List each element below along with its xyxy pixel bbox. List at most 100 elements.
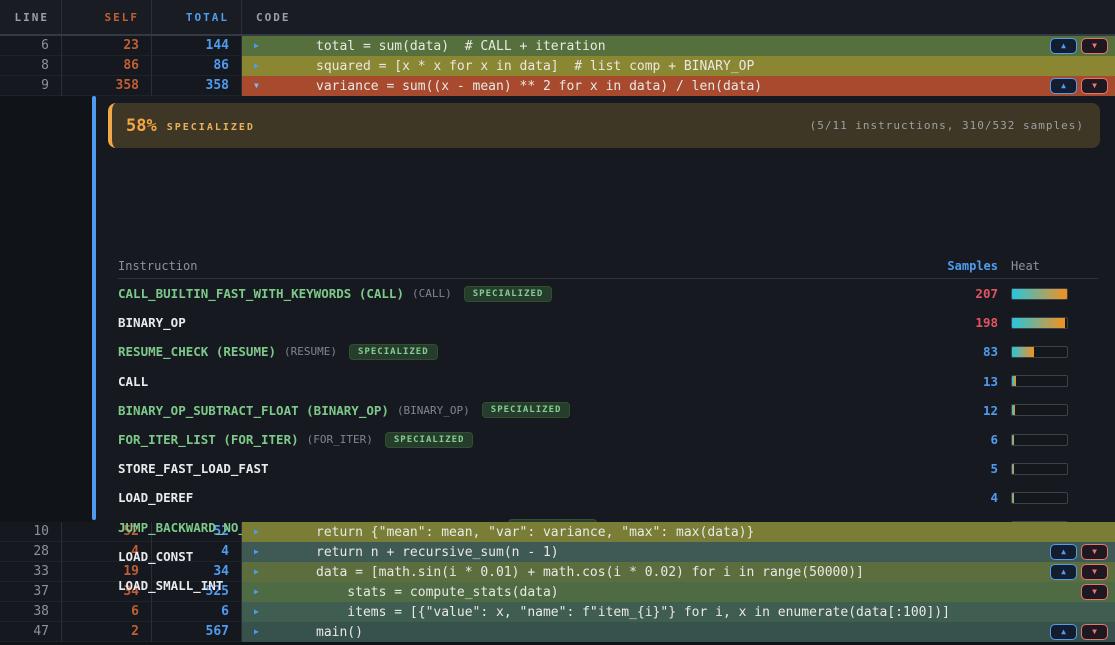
line-nav-buttons: ▼ bbox=[1081, 584, 1108, 600]
code-line-row: 3866▶ items = [{"value": x, "name": f"it… bbox=[0, 602, 1115, 622]
collapse-arrow-icon[interactable]: ▼ bbox=[254, 82, 268, 90]
code-cell[interactable]: ▶ items = [{"value": x, "name": f"item_{… bbox=[242, 602, 1115, 622]
heat-bar-fill bbox=[1012, 318, 1065, 328]
code-text: stats = compute_stats(data) bbox=[316, 585, 559, 600]
line-nav-buttons: ▲▼ bbox=[1050, 544, 1108, 560]
self-samples-cell: 6 bbox=[62, 602, 152, 622]
line-number-cell: 6 bbox=[0, 36, 62, 56]
code-line-row: 472567▶main()▲▼ bbox=[0, 622, 1115, 642]
instruction-base-opname: (FOR_ITER) bbox=[307, 433, 373, 446]
instruction-opname: FOR_ITER_LIST (FOR_ITER) bbox=[118, 432, 299, 447]
line-number-cell: 38 bbox=[0, 602, 62, 622]
jump-down-button[interactable]: ▼ bbox=[1081, 564, 1108, 580]
code-cell[interactable]: ▶ main() ▲▼ bbox=[242, 622, 1115, 642]
code-line-row: 88686▶squared = [x * x for x in data] # … bbox=[0, 56, 1115, 76]
col-header-line: LINE bbox=[0, 0, 62, 34]
jump-down-button[interactable]: ▼ bbox=[1081, 544, 1108, 560]
expand-arrow-icon[interactable]: ▶ bbox=[254, 628, 268, 636]
instruction-base-opname: (BINARY_OP) bbox=[397, 404, 470, 417]
code-cell[interactable]: ▶squared = [x * x for x in data] # list … bbox=[242, 56, 1115, 76]
code-text: return {"mean": mean, "var": variance, "… bbox=[316, 525, 754, 540]
instruction-row: FOR_ITER_LIST (FOR_ITER)(FOR_ITER)SPECIA… bbox=[118, 425, 1098, 454]
line-nav-buttons: ▲▼ bbox=[1050, 38, 1108, 54]
expand-arrow-icon[interactable]: ▶ bbox=[254, 62, 268, 70]
specialized-label: SPECIALIZED bbox=[167, 122, 255, 133]
heat-bar bbox=[1011, 346, 1068, 358]
code-cell[interactable]: ▶ return {"mean": mean, "var": variance, … bbox=[242, 522, 1115, 542]
code-text: main() bbox=[316, 625, 363, 640]
specialized-badge: SPECIALIZED bbox=[349, 344, 438, 360]
instruction-samples: 13 bbox=[878, 374, 998, 389]
instruction-name: LOAD_DEREF bbox=[118, 490, 878, 505]
code-line-row: 9358358▼variance = sum((x - mean) ** 2 f… bbox=[0, 76, 1115, 96]
instruction-name: BINARY_OP_SUBTRACT_FLOAT (BINARY_OP)(BIN… bbox=[118, 402, 878, 418]
jump-down-button[interactable]: ▼ bbox=[1081, 624, 1108, 640]
code-text: items = [{"value": x, "name": f"item_{i}… bbox=[316, 605, 950, 620]
instruction-row: STORE_FAST_LOAD_FAST5 bbox=[118, 454, 1098, 483]
expand-arrow-icon[interactable]: ▶ bbox=[254, 42, 268, 50]
specialized-badge: SPECIALIZED bbox=[482, 402, 571, 418]
code-cell[interactable]: ▶ total = sum(data) # CALL + iteration ▲▼ bbox=[242, 36, 1115, 56]
total-samples-cell: 358 bbox=[152, 76, 242, 96]
expand-arrow-icon[interactable]: ▶ bbox=[254, 548, 268, 556]
expand-arrow-icon[interactable]: ▶ bbox=[254, 608, 268, 616]
instruction-samples: 4 bbox=[878, 490, 998, 505]
instruction-samples: 207 bbox=[878, 286, 998, 301]
jump-up-button[interactable]: ▲ bbox=[1050, 78, 1077, 94]
jump-up-button[interactable]: ▲ bbox=[1050, 564, 1077, 580]
instruction-name: RESUME_CHECK (RESUME) (RESUME) SPECIALIZED bbox=[118, 344, 878, 360]
code-cell[interactable]: ▶ data = [math.sin(i * 0.01) + math.cos(i… bbox=[242, 562, 1115, 582]
col-header-samples: Samples bbox=[878, 259, 998, 273]
expand-arrow-icon[interactable]: ▶ bbox=[254, 568, 268, 576]
jump-up-button[interactable]: ▲ bbox=[1050, 544, 1077, 560]
code-line-row: 623144▶total = sum(data) # CALL + iterat… bbox=[0, 36, 1115, 56]
code-cell[interactable]: ▼ variance = sum((x - mean) ** 2 for x in… bbox=[242, 76, 1115, 96]
jump-up-button[interactable]: ▲ bbox=[1050, 38, 1077, 54]
specialized-badge: SPECIALIZED bbox=[464, 286, 553, 302]
instruction-name: BINARY_OP bbox=[118, 315, 878, 330]
heat-bar-fill bbox=[1012, 435, 1014, 445]
instruction-opname: LOAD_DEREF bbox=[118, 490, 193, 505]
heat-bar-fill bbox=[1012, 464, 1014, 474]
instruction-name: STORE_FAST_LOAD_FAST bbox=[118, 461, 878, 476]
code-text: variance = sum((x - mean) ** 2 for x in … bbox=[316, 79, 762, 94]
total-samples-cell: 6 bbox=[152, 602, 242, 622]
expand-arrow-icon[interactable]: ▶ bbox=[254, 588, 268, 596]
instruction-row: CALL13 bbox=[118, 367, 1098, 396]
specialized-percent: 58% bbox=[126, 116, 157, 136]
expanded-guide-line bbox=[92, 96, 96, 520]
line-nav-buttons: ▲▼ bbox=[1050, 564, 1108, 580]
instruction-base-opname: (RESUME) bbox=[284, 345, 337, 358]
table-header-row: LINE SELF TOTAL CODE bbox=[0, 0, 1115, 36]
heat-bar-fill bbox=[1012, 493, 1014, 503]
instruction-name: FOR_ITER_LIST (FOR_ITER)(FOR_ITER)SPECIA… bbox=[118, 432, 878, 448]
heat-bar-fill bbox=[1012, 289, 1067, 299]
total-samples-cell: 86 bbox=[152, 56, 242, 76]
instruction-opname: RESUME_CHECK (RESUME) bbox=[118, 344, 276, 359]
jump-down-button[interactable]: ▼ bbox=[1081, 78, 1108, 94]
code-cell[interactable]: ▶ return n + recursive_sum(n - 1) ▲▼ bbox=[242, 542, 1115, 562]
instruction-samples: 198 bbox=[878, 315, 998, 330]
col-header-total: TOTAL bbox=[152, 0, 242, 34]
code-text: data = [math.sin(i * 0.01) + math.cos(i … bbox=[316, 565, 864, 580]
heat-bar bbox=[1011, 463, 1068, 475]
expand-arrow-icon[interactable]: ▶ bbox=[254, 528, 268, 536]
instruction-table-header: Instruction Samples Heat bbox=[118, 254, 1098, 279]
specialized-detail: (5/11 instructions, 310/532 samples) bbox=[810, 119, 1084, 132]
jump-down-button[interactable]: ▼ bbox=[1081, 38, 1108, 54]
instruction-name: CALL bbox=[118, 374, 878, 389]
instruction-row: BINARY_OP198 bbox=[118, 308, 1098, 337]
code-text: return n + recursive_sum(n - 1) bbox=[316, 545, 559, 560]
specialization-summary: 58% SPECIALIZED (5/11 instructions, 310/… bbox=[108, 103, 1100, 148]
jump-up-button[interactable]: ▲ bbox=[1050, 624, 1077, 640]
jump-down-button[interactable]: ▼ bbox=[1081, 584, 1108, 600]
self-samples-cell: 358 bbox=[62, 76, 152, 96]
col-header-instruction: Instruction bbox=[118, 259, 878, 273]
heat-bar bbox=[1011, 375, 1068, 387]
code-text: total = sum(data) # CALL + iteration bbox=[316, 39, 606, 54]
code-cell[interactable]: ▶ stats = compute_stats(data) ▼ bbox=[242, 582, 1115, 602]
col-header-heat: Heat bbox=[1011, 259, 1068, 273]
self-samples-cell: 86 bbox=[62, 56, 152, 76]
line-number-cell: 28 bbox=[0, 542, 62, 562]
profiler-app: LINE SELF TOTAL CODE 623144▶total = sum(… bbox=[0, 0, 1115, 645]
